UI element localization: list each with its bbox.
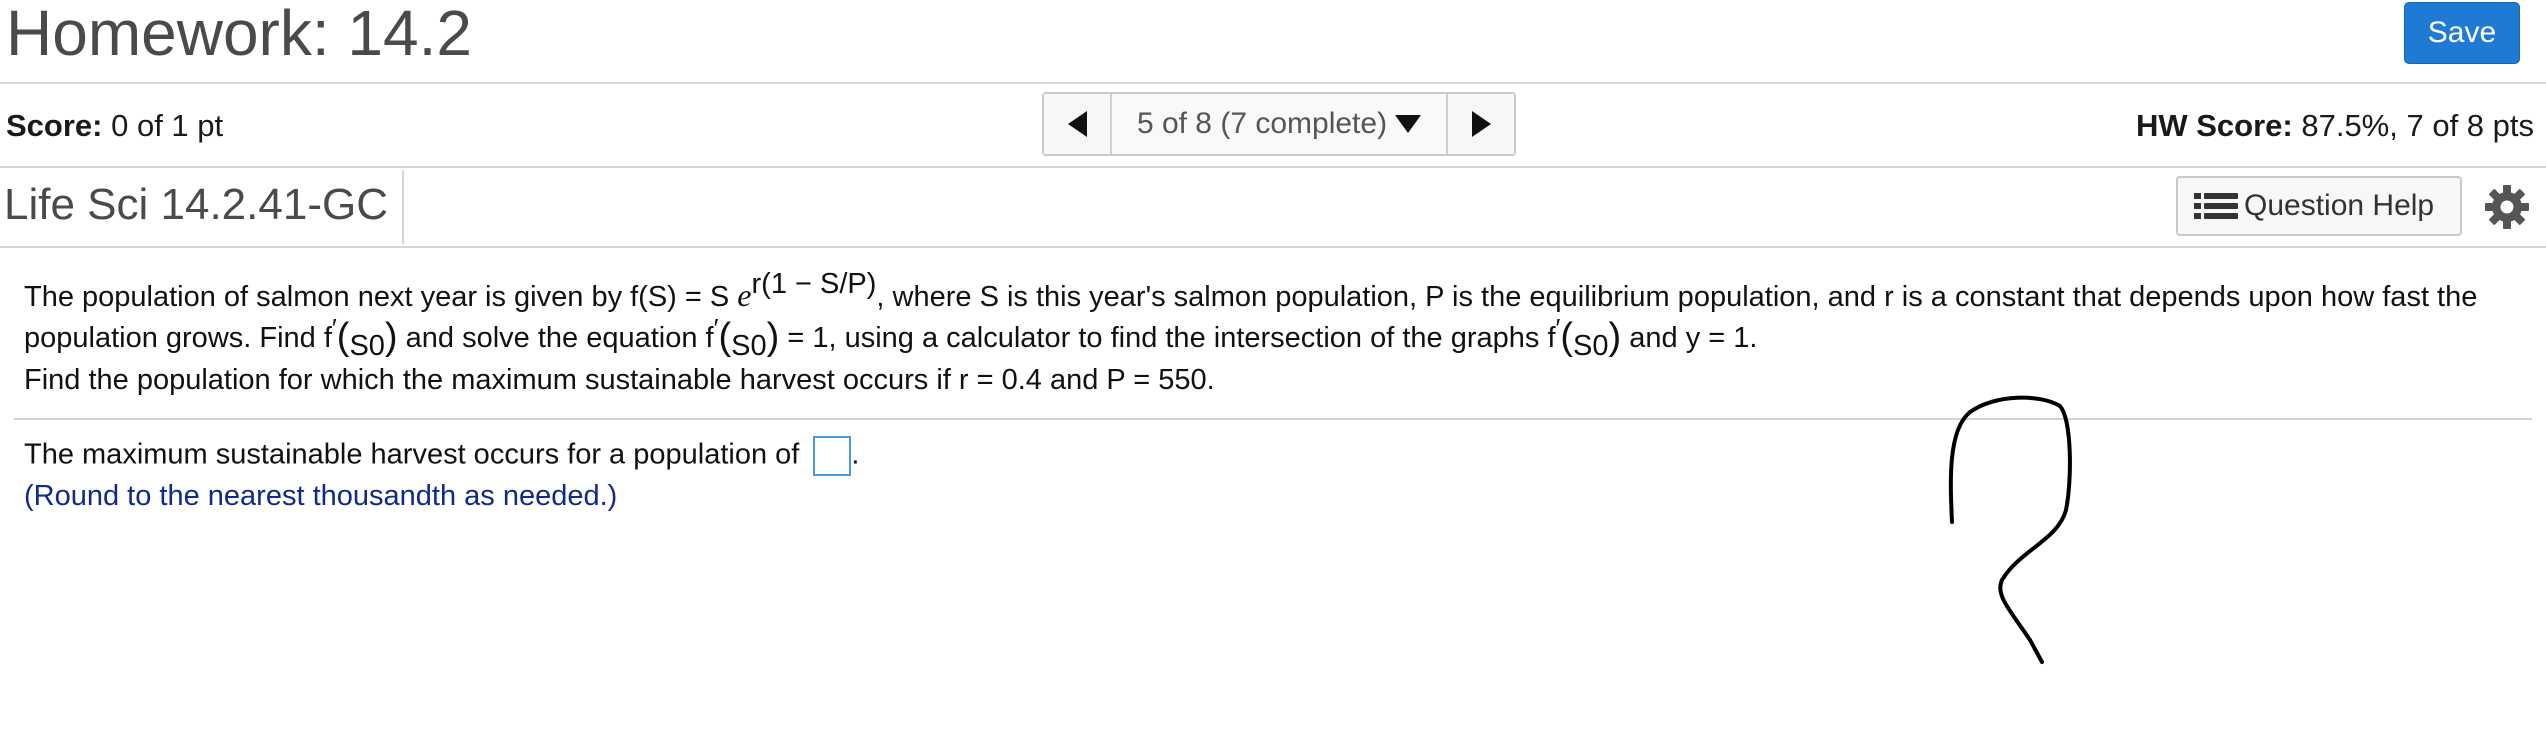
problem-text: and y = 1. (1629, 322, 1758, 354)
answer-input[interactable] (813, 436, 852, 476)
score-label: Score: (6, 108, 103, 143)
exponent: r(1 − S/P) (751, 268, 877, 300)
s0-symbol: S0 (349, 330, 385, 362)
question-navigator: 5 of 8 (7 complete) (1042, 92, 1516, 156)
euler-e: e (737, 277, 752, 313)
caret-down-icon (1395, 115, 1422, 133)
question-selector-dropdown[interactable]: 5 of 8 (7 complete) (1112, 94, 1446, 154)
score: Score: 0 of 1 pt (6, 108, 223, 144)
section-divider (14, 418, 2532, 420)
next-question-button[interactable] (1446, 94, 1514, 154)
score-value: 0 of 1 pt (111, 108, 224, 143)
answer-period: . (851, 438, 860, 471)
problem-text: and solve the equation f (405, 322, 714, 354)
save-button[interactable]: Save (2404, 2, 2520, 64)
question-id: Life Sci 14.2.41-GC (4, 180, 388, 229)
gear-icon[interactable] (2484, 184, 2530, 230)
question-help-button[interactable]: Question Help (2176, 176, 2462, 236)
rounding-hint: (Round to the nearest thousandth as need… (24, 480, 618, 512)
previous-question-button[interactable] (1044, 94, 1112, 154)
problem-text: = 1, using a calculator to find the inte… (787, 322, 1556, 354)
question-bar: Life Sci 14.2.41-GC Question Help (0, 168, 2546, 248)
arrow-left-icon (1067, 111, 1087, 137)
s0-symbol: S0 (731, 330, 767, 362)
problem-paragraph-2: Find the population for which the maximu… (24, 364, 1215, 396)
page-title: Homework: 14.2 (6, 0, 472, 69)
question-help-label: Question Help (2244, 189, 2435, 222)
header-bar: Homework: 14.2 Save (0, 0, 2546, 84)
problem-paragraph-1: The population of salmon next year is gi… (24, 268, 2478, 362)
s0-symbol: S0 (1573, 330, 1609, 362)
score-bar: Score: 0 of 1 pt 5 of 8 (7 complete) HW … (0, 84, 2546, 168)
question-selector-label: 5 of 8 (7 complete) (1136, 107, 1388, 140)
handwritten-question-mark (1948, 395, 2072, 664)
problem-statement: The population of salmon next year is gi… (24, 268, 2524, 399)
hw-score: HW Score: 87.5%, 7 of 8 pts (2136, 108, 2534, 144)
answer-line: The maximum sustainable harvest occurs f… (24, 436, 859, 476)
hw-score-value: 87.5%, 7 of 8 pts (2301, 108, 2534, 143)
divider (402, 170, 404, 244)
problem-text: The population of salmon next year is gi… (24, 281, 730, 313)
hw-score-label: HW Score: (2135, 108, 2293, 143)
list-icon (2194, 193, 2238, 219)
arrow-right-icon (1471, 111, 1491, 137)
answer-prompt: The maximum sustainable harvest occurs f… (24, 438, 800, 471)
